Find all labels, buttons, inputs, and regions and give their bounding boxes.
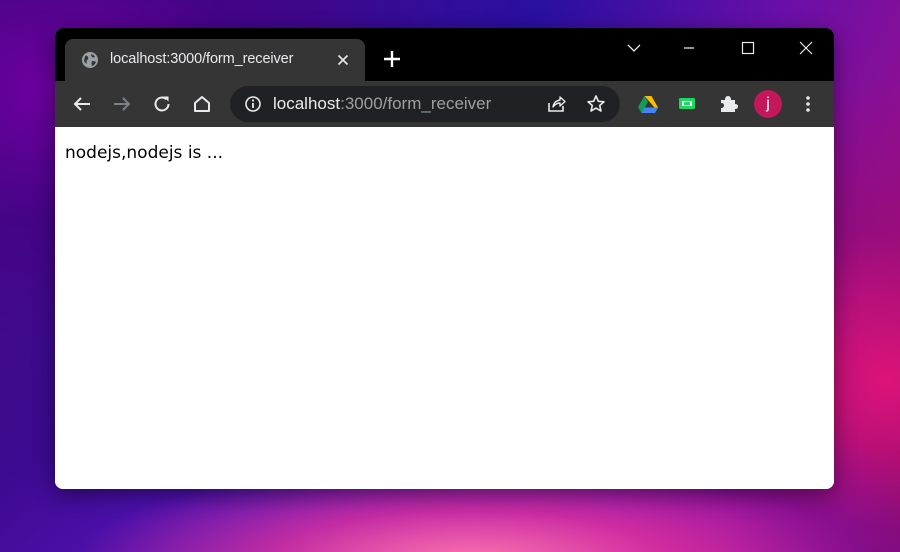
chevron-down-icon[interactable] — [624, 38, 644, 58]
page-text: nodejs,nodejs is ... — [65, 143, 224, 163]
url-host: localhost — [273, 94, 341, 113]
browser-window: localhost:3000/form_receiver localhost:3… — [55, 28, 834, 489]
browser-tab[interactable]: localhost:3000/form_receiver — [65, 39, 365, 81]
puzzle-icon[interactable] — [717, 93, 739, 115]
profile-avatar[interactable]: j — [754, 90, 782, 118]
arrow-left-icon[interactable] — [71, 93, 93, 115]
address-bar[interactable]: localhost:3000/form_receiver — [230, 86, 620, 122]
url-text[interactable]: localhost:3000/form_receiver — [273, 94, 491, 114]
arrow-right-icon[interactable] — [111, 93, 133, 115]
home-icon[interactable] — [191, 93, 213, 115]
close-icon[interactable] — [335, 52, 351, 68]
toolbar: localhost:3000/form_receiver j — [55, 81, 834, 127]
tab-title: localhost:3000/form_receiver — [110, 51, 294, 67]
close-icon[interactable] — [796, 38, 816, 58]
globe-icon — [82, 52, 98, 68]
green-extension-icon[interactable] — [676, 93, 698, 115]
maximize-icon[interactable] — [738, 38, 758, 58]
google-drive-icon[interactable] — [637, 93, 659, 115]
title-bar: localhost:3000/form_receiver — [55, 28, 834, 81]
kebab-menu-icon[interactable] — [797, 93, 819, 115]
reload-icon[interactable] — [151, 93, 173, 115]
star-icon[interactable] — [586, 94, 606, 114]
url-path: :3000/form_receiver — [340, 94, 492, 113]
page-content: nodejs,nodejs is ... — [55, 127, 834, 489]
minimize-icon[interactable] — [679, 38, 699, 58]
share-icon[interactable] — [546, 94, 566, 114]
new-tab-icon[interactable] — [382, 49, 402, 69]
info-icon[interactable] — [244, 95, 262, 113]
